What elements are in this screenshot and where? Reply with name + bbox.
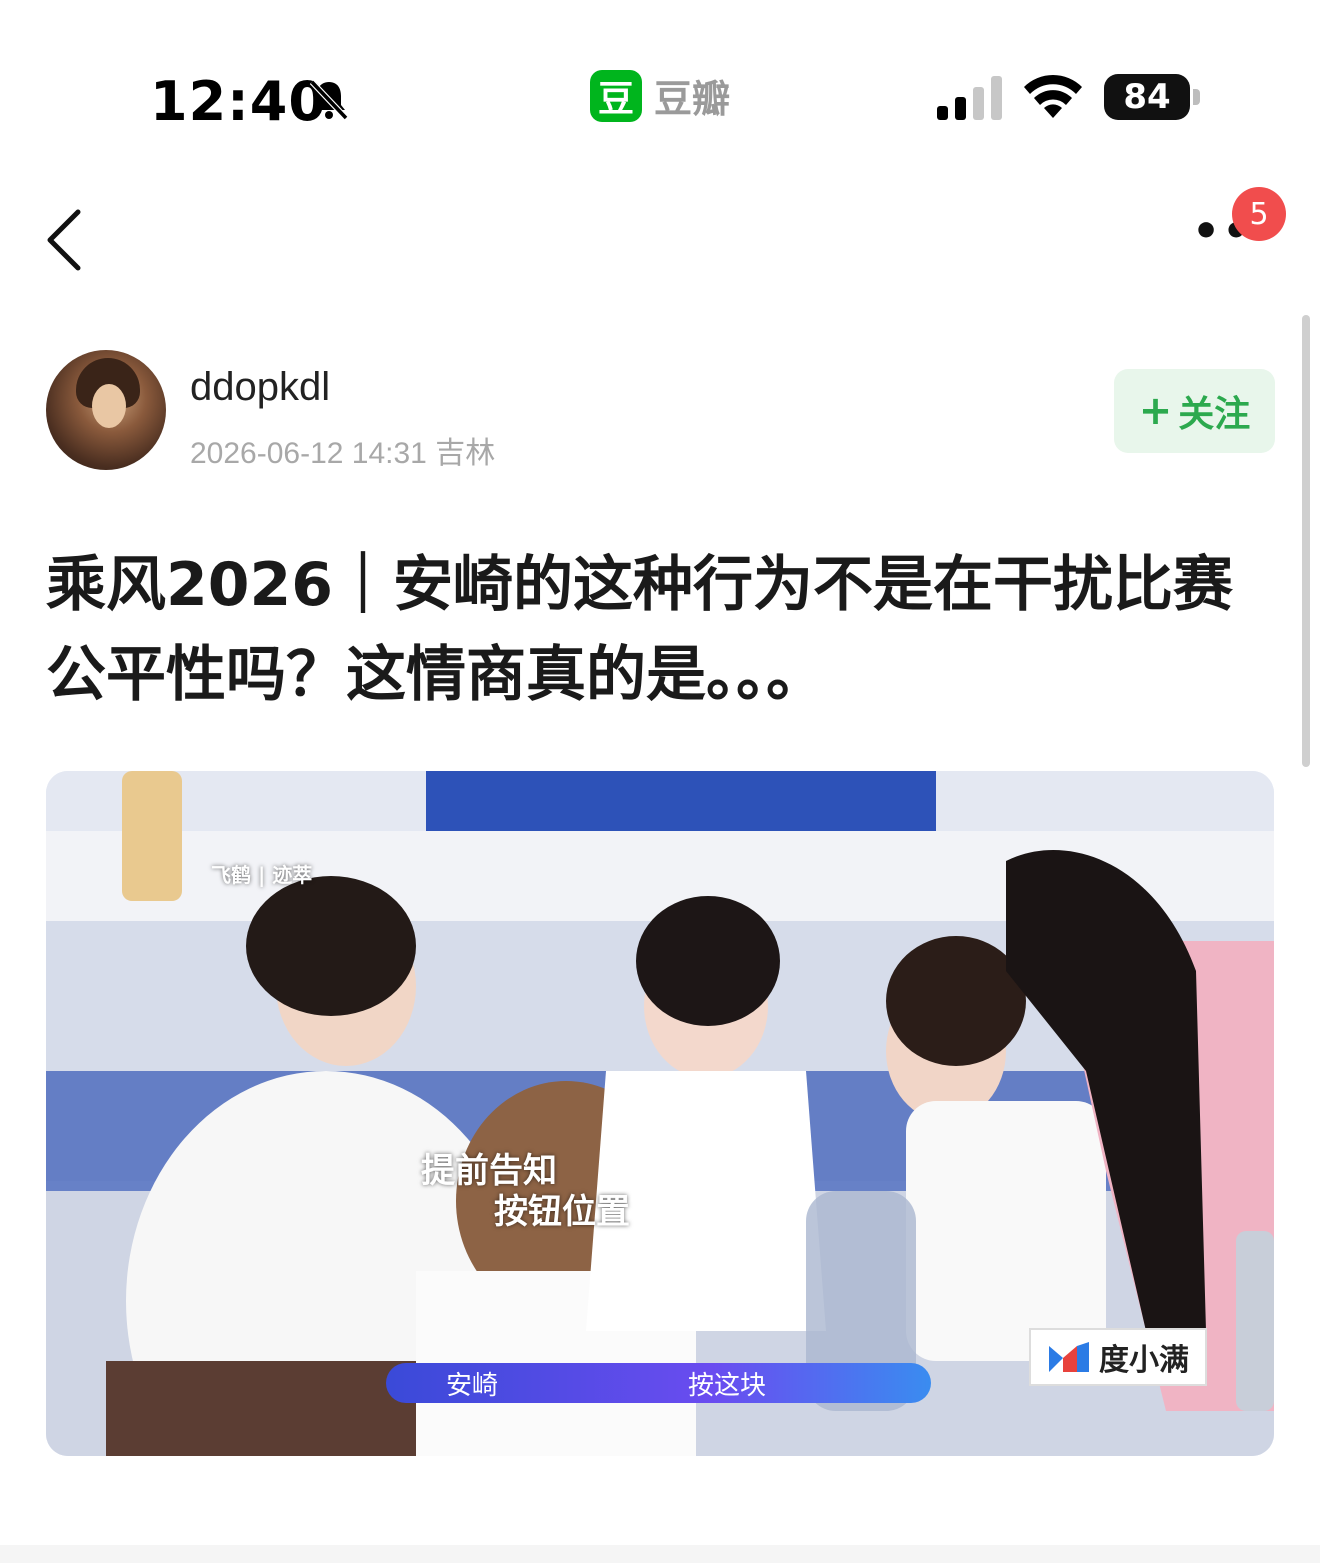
plus-icon: + <box>1138 388 1173 434</box>
status-bar: 12:40 豆 豆瓣 84 <box>0 0 1320 190</box>
follow-label: 关注 <box>1178 394 1251 435</box>
notification-badge: 5 <box>1232 187 1286 241</box>
image-sponsor-text: 飞鹤 | 迹萃 <box>211 863 313 887</box>
battery-icon: 84 <box>1104 74 1200 120</box>
signal-icon <box>937 76 1002 120</box>
douban-logo-icon: 豆 <box>590 69 642 122</box>
lower-third-text: 按这块 <box>688 1370 767 1401</box>
status-time: 12:40 <box>150 70 327 133</box>
bottom-divider <box>0 1545 1320 1563</box>
duxiaoman-logo-icon <box>1049 1342 1089 1372</box>
post-title: 乘风2026｜安崎的这种行为不是在干扰比赛公平性吗？这情商真的是。。。 <box>46 550 1233 710</box>
chevron-left-icon[interactable] <box>40 200 100 280</box>
avatar[interactable] <box>46 350 166 470</box>
post-meta: 2026-06-12 14:31 吉林 <box>190 437 496 470</box>
lower-third-banner: 安崎 按这块 <box>386 1363 931 1403</box>
brand-logo: 度小满 <box>1029 1328 1207 1386</box>
follow-button[interactable]: + 关注 <box>1114 369 1275 453</box>
brand-logo-text: 度小满 <box>1099 1343 1189 1378</box>
avatar-face <box>92 384 126 428</box>
battery-cap <box>1193 89 1200 105</box>
wifi-icon <box>1024 74 1082 118</box>
lower-third-name: 安崎 <box>446 1370 499 1401</box>
scrollbar-thumb[interactable] <box>1302 315 1310 767</box>
app-name: 豆瓣 <box>654 77 731 121</box>
post-image[interactable]: 提前告知 按钮位置 飞鹤 | 迹萃 度小满 安崎 按这块 <box>46 771 1274 1456</box>
battery-level: 84 <box>1104 74 1190 120</box>
app-indicator[interactable]: 豆 豆瓣 <box>590 68 730 123</box>
image-caption-line2: 按钮位置 <box>494 1192 630 1232</box>
bell-slash-icon <box>309 79 349 121</box>
author-username[interactable]: ddopkdl <box>190 365 330 410</box>
